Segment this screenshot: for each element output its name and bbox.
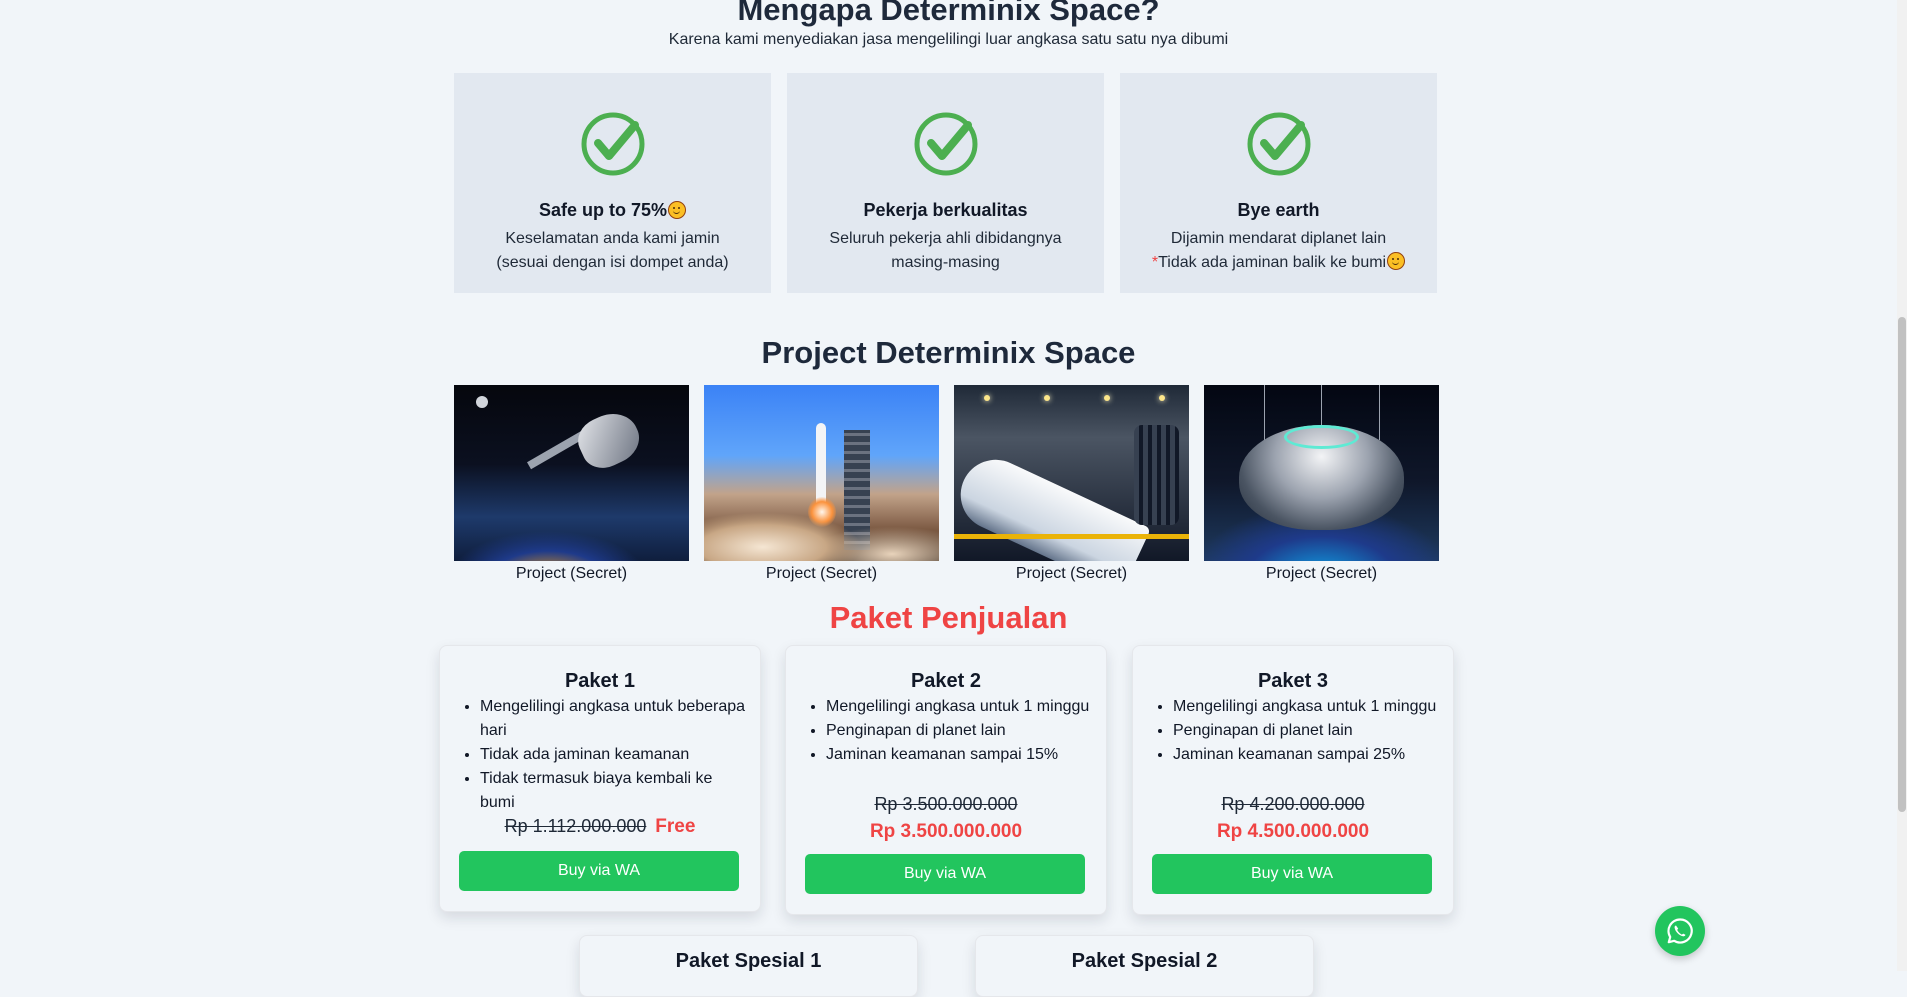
- list-item: Jaminan keamanan sampai 15%: [826, 743, 1094, 767]
- smile-emoji-icon: [668, 201, 687, 219]
- package-card-3: Paket 3 Mengelilingi angkasa untuk 1 min…: [1132, 645, 1454, 915]
- package-name: Paket 2: [910, 670, 982, 692]
- list-item: Penginapan di planet lain: [826, 719, 1094, 743]
- check-icon: [914, 112, 977, 176]
- project-item: Project (Secret): [1204, 385, 1439, 583]
- package-name: Paket 1: [564, 670, 636, 692]
- feature-desc-line: Seluruh pekerja ahli dibidangnya: [829, 230, 1062, 247]
- why-section-title: Mengapa Determinix Space?: [737, 0, 1160, 27]
- package-feature-list: Mengelilingi angkasa untuk 1 minggu Peng…: [1133, 695, 1453, 767]
- project-caption: Project (Secret): [1015, 565, 1128, 582]
- packages-section-title: Paket Penjualan: [829, 600, 1068, 635]
- buy-via-wa-button[interactable]: Buy via WA: [1152, 854, 1432, 894]
- old-price: Rp 4.200.000.000: [1221, 794, 1365, 814]
- check-icon: [581, 112, 644, 176]
- satellite-over-earth-image: [454, 385, 689, 561]
- rocket-launch-image: [704, 385, 939, 561]
- feature-title: Bye earth: [1237, 200, 1320, 220]
- buy-via-wa-button[interactable]: Buy via WA: [459, 851, 739, 891]
- package-feature-list: Mengelilingi angkasa untuk beberapa hari…: [440, 695, 760, 815]
- project-item: Project (Secret): [954, 385, 1189, 583]
- check-icon: [1247, 112, 1310, 176]
- list-item: Tidak ada jaminan keamanan: [480, 743, 748, 767]
- why-section-subtitle: Karena kami menyediakan jasa mengeliling…: [668, 31, 1229, 48]
- old-price: Rp 1.112.000.000: [504, 816, 647, 836]
- feature-desc-line: Dijamin mendarat diplanet lain: [1170, 230, 1387, 247]
- package-card-1: Paket 1 Mengelilingi angkasa untuk beber…: [439, 645, 761, 912]
- feature-desc-line: *Tidak ada jaminan balik ke bumi: [1130, 251, 1427, 275]
- list-item: Mengelilingi angkasa untuk beberapa hari: [480, 695, 748, 743]
- feature-description: Keselamatan anda kami jamin (sesuai deng…: [464, 227, 761, 275]
- whatsapp-float-button[interactable]: [1655, 906, 1705, 956]
- buy-via-wa-button[interactable]: Buy via WA: [805, 854, 1085, 894]
- feature-desc-line: masing-masing: [891, 254, 1000, 271]
- feature-title: Pekerja berkualitas: [863, 200, 1028, 220]
- page-scrollbar[interactable]: [1897, 0, 1907, 971]
- list-item: Mengelilingi angkasa untuk 1 minggu: [1173, 695, 1441, 719]
- feature-card-workers: Pekerja berkualitas Seluruh pekerja ahli…: [787, 73, 1104, 293]
- smile-emoji-icon: [1387, 252, 1406, 270]
- old-price-line: Rp 3.500.000.000: [786, 794, 1106, 815]
- rocket-in-hangar-image: [954, 385, 1189, 561]
- project-caption: Project (Secret): [515, 565, 628, 582]
- old-price: Rp 3.500.000.000: [874, 794, 1018, 814]
- current-price: Rp 4.500.000.000: [1216, 821, 1370, 842]
- current-price-line: Rp 3.500.000.000: [786, 821, 1106, 843]
- whatsapp-icon: [1667, 918, 1693, 944]
- package-name: Paket Spesial 2: [1071, 950, 1218, 972]
- feature-desc-line: (sesuai dengan isi dompet anda): [496, 254, 729, 271]
- list-item: Jaminan keamanan sampai 25%: [1173, 743, 1441, 767]
- feature-desc-line: Keselamatan anda kami jamin: [505, 230, 720, 247]
- package-name: Paket 3: [1257, 670, 1329, 692]
- project-caption: Project (Secret): [765, 565, 878, 582]
- current-price: Rp 3.500.000.000: [869, 821, 1023, 842]
- package-feature-list: Mengelilingi angkasa untuk 1 minggu Peng…: [786, 695, 1106, 767]
- project-item: Project (Secret): [704, 385, 939, 583]
- space-capsule-image: [1204, 385, 1439, 561]
- feature-description: Dijamin mendarat diplanet lain *Tidak ad…: [1130, 227, 1427, 275]
- special-package-card-2: Paket Spesial 2: [975, 935, 1314, 997]
- current-price: Free: [655, 816, 696, 837]
- current-price-line: Rp 4.500.000.000: [1133, 821, 1453, 843]
- package-name: Paket Spesial 1: [675, 950, 822, 972]
- project-item: Project (Secret): [454, 385, 689, 583]
- list-item: Tidak termasuk biaya kembali ke bumi: [480, 767, 748, 815]
- list-item: Penginapan di planet lain: [1173, 719, 1441, 743]
- price-line: Rp 1.112.000.000 Free: [440, 816, 760, 838]
- feature-card-bye-earth: Bye earth Dijamin mendarat diplanet lain…: [1120, 73, 1437, 293]
- feature-card-safety: Safe up to 75% Keselamatan anda kami jam…: [454, 73, 771, 293]
- project-caption: Project (Secret): [1265, 565, 1378, 582]
- feature-description: Seluruh pekerja ahli dibidangnya masing-…: [797, 227, 1094, 275]
- package-card-2: Paket 2 Mengelilingi angkasa untuk 1 min…: [785, 645, 1107, 915]
- scrollbar-thumb[interactable]: [1898, 317, 1906, 812]
- feature-title: Safe up to 75%: [454, 200, 771, 221]
- special-package-card-1: Paket Spesial 1: [579, 935, 918, 997]
- list-item: Mengelilingi angkasa untuk 1 minggu: [826, 695, 1094, 719]
- old-price-line: Rp 4.200.000.000: [1133, 794, 1453, 815]
- projects-section-title: Project Determinix Space: [761, 335, 1136, 370]
